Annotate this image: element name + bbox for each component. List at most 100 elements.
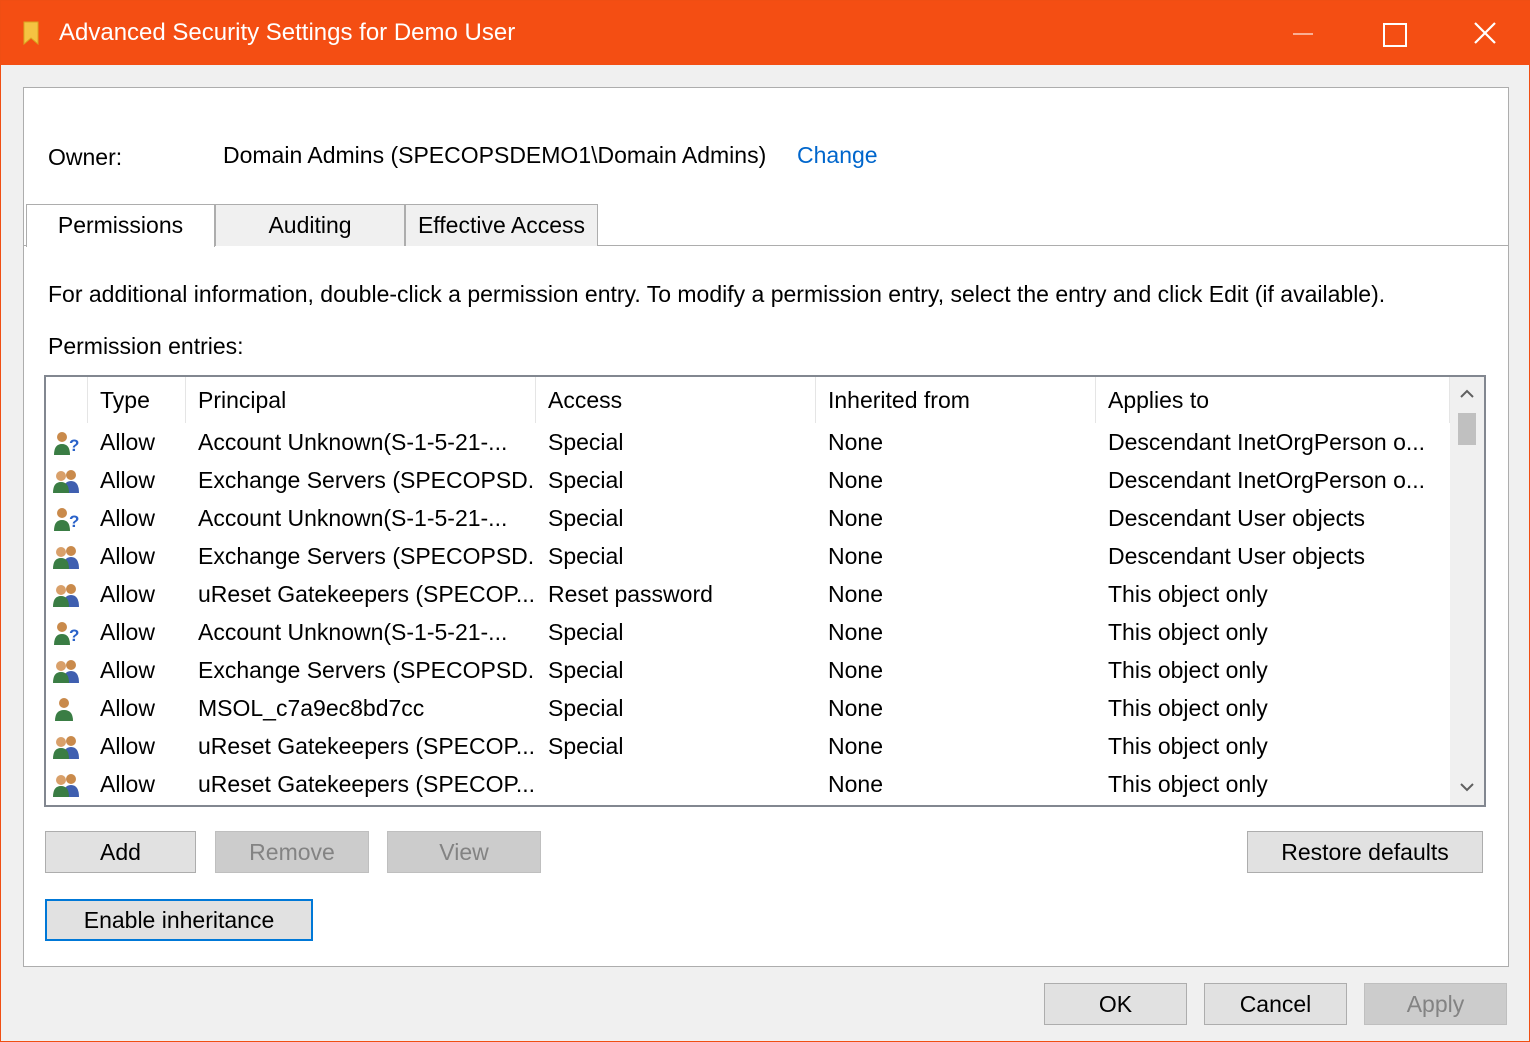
inherited-from-cell: None — [828, 657, 883, 683]
column-header-access[interactable]: Access — [536, 377, 816, 423]
table-row[interactable]: ? Allow Account Unknown(S-1-5-21-... Specia… — [46, 423, 1450, 461]
inherited-from-cell: None — [828, 619, 883, 645]
ok-button[interactable]: OK — [1044, 983, 1187, 1025]
permission-entries-list[interactable]: Type Principal Access Inherited from App… — [44, 375, 1486, 807]
maximize-icon[interactable] — [1347, 1, 1439, 65]
principal-icon-cell — [46, 461, 88, 499]
principal-cell: Exchange Servers (SPECOPSD... — [198, 543, 536, 569]
scroll-up-icon[interactable] — [1450, 377, 1484, 411]
title-bar[interactable]: Advanced Security Settings for Demo User — [1, 1, 1530, 65]
applies-to-cell: This object only — [1108, 619, 1268, 645]
svg-text:?: ? — [69, 512, 79, 531]
inherited-from-cell: None — [828, 771, 883, 797]
type-cell: Allow — [100, 619, 155, 645]
access-cell: Special — [548, 429, 624, 455]
access-cell: Special — [548, 695, 624, 721]
list-header: Type Principal Access Inherited from App… — [46, 377, 1450, 423]
column-header-type[interactable]: Type — [88, 377, 186, 423]
view-button[interactable]: View — [387, 831, 541, 873]
vertical-scrollbar[interactable] — [1450, 377, 1484, 805]
unknown-user-icon: ? — [52, 508, 82, 537]
tab-auditing[interactable]: Auditing — [215, 204, 405, 246]
type-cell: Allow — [100, 771, 155, 797]
change-owner-link[interactable]: Change — [797, 142, 878, 169]
permission-entries-label: Permission entries: — [48, 333, 244, 359]
applies-to-cell: Descendant User objects — [1108, 543, 1365, 569]
inherited-from-cell: None — [828, 581, 883, 607]
scroll-down-icon[interactable] — [1450, 771, 1484, 805]
applies-to-cell: Descendant InetOrgPerson o... — [1108, 467, 1426, 493]
table-row[interactable]: Allow uReset Gatekeepers (SPECOP... Reset … — [46, 575, 1450, 613]
apply-button[interactable]: Apply — [1364, 983, 1507, 1025]
table-row[interactable]: Allow uReset Gatekeepers (SPECOP... None Th… — [46, 765, 1450, 803]
access-cell: Special — [548, 619, 624, 645]
table-row[interactable]: Allow Exchange Servers (SPECOPSD... Specia… — [46, 537, 1450, 575]
access-cell: Special — [548, 657, 624, 683]
add-button[interactable]: Add — [45, 831, 196, 873]
principal-cell: Account Unknown(S-1-5-21-... — [198, 505, 508, 531]
access-cell: Special — [548, 733, 624, 759]
main-panel: Owner: Domain Admins (SPECOPSDEMO1\Domai… — [23, 87, 1509, 967]
inherited-from-cell: None — [828, 467, 883, 493]
inherited-from-cell: None — [828, 733, 883, 759]
close-icon[interactable] — [1439, 1, 1530, 65]
applies-to-cell: Descendant User objects — [1108, 505, 1365, 531]
security-settings-window: Advanced Security Settings for Demo User… — [0, 0, 1530, 1042]
principal-cell: MSOL_c7a9ec8bd7cc — [198, 695, 425, 721]
svg-text:?: ? — [69, 626, 79, 645]
tab-effective-access[interactable]: Effective Access — [405, 204, 598, 246]
list-body: ? Allow Account Unknown(S-1-5-21-... Specia… — [46, 423, 1450, 803]
principal-cell: Account Unknown(S-1-5-21-... — [198, 429, 508, 455]
principal-icon-cell — [46, 727, 88, 765]
type-cell: Allow — [100, 467, 155, 493]
table-row[interactable]: Allow MSOL_c7a9ec8bd7cc Special None This ob… — [46, 689, 1450, 727]
access-cell: Reset password — [548, 581, 713, 607]
access-cell: Special — [548, 467, 624, 493]
table-row[interactable]: ? Allow Account Unknown(S-1-5-21-... Specia… — [46, 499, 1450, 537]
tab-strip: Permissions Auditing Effective Access — [24, 204, 1508, 247]
applies-to-cell: This object only — [1108, 581, 1268, 607]
enable-inheritance-button[interactable]: Enable inheritance — [45, 899, 313, 941]
remove-button[interactable]: Remove — [215, 831, 369, 873]
group-icon — [52, 774, 82, 803]
owner-label: Owner: — [48, 144, 123, 170]
principal-cell: uReset Gatekeepers (SPECOP... — [198, 581, 536, 607]
access-cell: Special — [548, 505, 624, 531]
type-cell: Allow — [100, 543, 155, 569]
type-cell: Allow — [100, 733, 155, 759]
table-row[interactable]: Allow Exchange Servers (SPECOPSD... Specia… — [46, 651, 1450, 689]
svg-text:?: ? — [69, 436, 79, 455]
applies-to-cell: This object only — [1108, 657, 1268, 683]
table-row[interactable]: ? Allow Account Unknown(S-1-5-21-... Specia… — [46, 613, 1450, 651]
principal-icon-cell: ? — [46, 499, 88, 537]
table-row[interactable]: Allow uReset Gatekeepers (SPECOP... Specia… — [46, 727, 1450, 765]
principal-cell: Exchange Servers (SPECOPSD... — [198, 467, 536, 493]
table-row[interactable]: Allow Exchange Servers (SPECOPSD... Specia… — [46, 461, 1450, 499]
folder-icon — [23, 21, 39, 45]
minimize-icon[interactable] — [1257, 1, 1349, 65]
principal-icon-cell — [46, 575, 88, 613]
principal-cell: uReset Gatekeepers (SPECOP... — [198, 771, 536, 797]
inherited-from-cell: None — [828, 543, 883, 569]
info-text: For additional information, double-click… — [48, 281, 1386, 307]
cancel-button[interactable]: Cancel — [1204, 983, 1347, 1025]
type-cell: Allow — [100, 505, 155, 531]
group-icon — [52, 546, 82, 575]
inherited-from-cell: None — [828, 429, 883, 455]
group-icon — [52, 584, 82, 613]
tab-permissions[interactable]: Permissions — [26, 204, 215, 247]
applies-to-cell: This object only — [1108, 695, 1268, 721]
column-header-applies-to[interactable]: Applies to — [1096, 377, 1450, 423]
type-cell: Allow — [100, 657, 155, 683]
principal-icon-cell — [46, 689, 88, 727]
principal-icon-cell — [46, 651, 88, 689]
principal-cell: Exchange Servers (SPECOPSD... — [198, 657, 536, 683]
unknown-user-icon: ? — [52, 622, 82, 651]
scroll-thumb[interactable] — [1458, 413, 1476, 445]
principal-icon-cell: ? — [46, 613, 88, 651]
column-header-icon[interactable] — [46, 377, 88, 423]
column-header-inherited-from[interactable]: Inherited from — [816, 377, 1096, 423]
applies-to-cell: This object only — [1108, 771, 1268, 797]
column-header-principal[interactable]: Principal — [186, 377, 536, 423]
restore-defaults-button[interactable]: Restore defaults — [1247, 831, 1483, 873]
